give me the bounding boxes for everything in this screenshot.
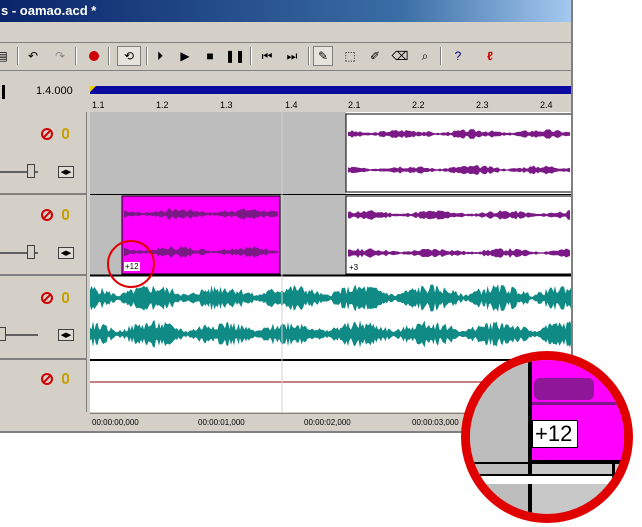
zoom-magnifier: +12: [461, 351, 633, 523]
highlight-circle: [107, 240, 155, 288]
zoomed-clip-label: +12: [532, 420, 578, 448]
